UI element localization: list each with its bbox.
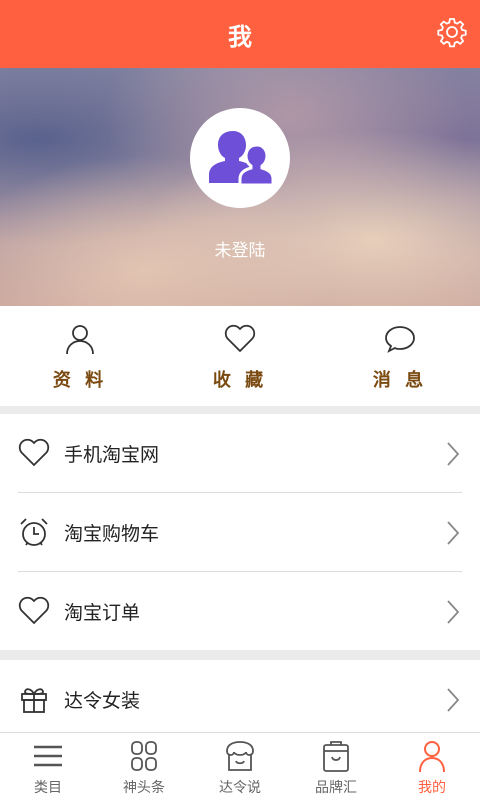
chevron-right-icon [447,442,460,466]
list-item-label: 淘宝购物车 [64,522,160,545]
quick-action-profile[interactable]: 资 料 [0,306,160,406]
tab-label: 品牌汇 [315,780,357,796]
tab-category[interactable]: 类目 [0,733,96,800]
heart-icon [18,438,50,467]
list-item-label: 淘宝订单 [64,601,141,624]
login-status-link[interactable]: 未登陆 [0,236,480,261]
quick-actions: 资 料 收 藏 消 息 [0,306,480,406]
alarm-clock-icon [20,518,48,546]
gear-icon[interactable] [436,16,468,48]
chevron-right-icon [447,521,460,545]
bottom-tab-bar: 类目 神头条 达令说 品牌汇 我的 [0,732,480,800]
list-item-mobile-taobao[interactable]: 手机淘宝网 [0,414,480,492]
gift-icon [21,688,47,713]
heart-icon [18,596,50,625]
quick-action-messages[interactable]: 消 息 [320,306,480,406]
list-item-orders[interactable]: 淘宝订单 [0,572,480,650]
list-item-shopping-cart[interactable]: 淘宝购物车 [0,493,480,571]
avatar[interactable] [190,108,290,208]
heart-icon [224,324,256,353]
tab-label: 神头条 [123,780,165,796]
list-item-label: 达令女装 [64,689,141,712]
menu-list-primary: 手机淘宝网 淘宝购物车 淘宝订单 [0,414,480,650]
user-group-icon [209,131,275,187]
bag-icon [323,741,349,772]
person-icon [66,325,94,355]
chevron-right-icon [447,600,460,624]
quick-action-label: 消 息 [372,370,428,391]
chevron-right-icon [447,688,460,712]
menu-icon [34,745,62,767]
shop-icon [226,741,254,771]
tab-daling-says[interactable]: 达令说 [192,733,288,800]
page-title: 我 [228,22,252,51]
quick-action-label: 收 藏 [212,370,268,391]
grid-icon [131,741,157,771]
top-bar: 我 [0,0,480,68]
chat-bubble-icon [385,326,415,353]
tab-label: 类目 [34,780,62,796]
list-item-women-clothing[interactable]: 达令女装 [0,660,480,732]
person-icon [419,741,445,773]
tab-brands[interactable]: 品牌汇 [288,733,384,800]
tab-headlines[interactable]: 神头条 [96,733,192,800]
tab-label: 达令说 [219,780,261,796]
menu-list-secondary: 达令女装 [0,660,480,732]
profile-banner: 未登陆 [0,68,480,306]
list-item-label: 手机淘宝网 [64,443,160,466]
tab-mine[interactable]: 我的 [384,733,480,800]
quick-action-favorites[interactable]: 收 藏 [160,306,320,406]
tab-label: 我的 [418,780,446,796]
quick-action-label: 资 料 [52,370,108,391]
